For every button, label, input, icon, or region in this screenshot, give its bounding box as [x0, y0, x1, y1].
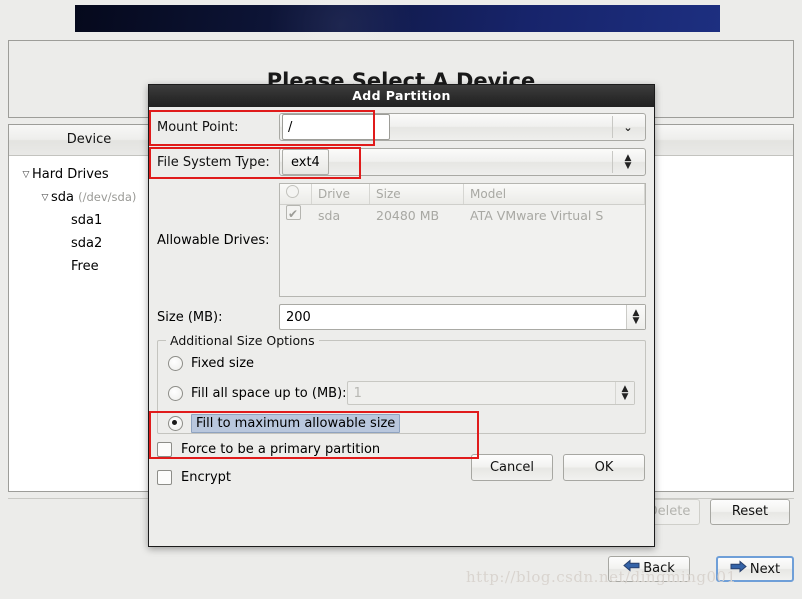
chevron-down-icon: ⌄ — [623, 120, 633, 134]
dialog-body: Mount Point: / ⌄ File System Type: ext4 … — [149, 107, 654, 490]
tree-item-label: sda1 — [71, 213, 103, 228]
reset-button[interactable]: Reset — [710, 499, 790, 525]
file-system-type-combo[interactable]: ext4 ▲ ▼ — [279, 148, 646, 176]
device-column-header: Device — [66, 132, 112, 147]
radio-fixed-size-label: Fixed size — [191, 355, 255, 371]
fill-up-to-stepper: ▲ ▼ — [615, 382, 634, 404]
size-stepper[interactable]: ▲ ▼ — [626, 305, 645, 329]
radio-icon[interactable] — [168, 385, 183, 401]
mount-point-row: Mount Point: / ⌄ — [157, 113, 646, 141]
installer-banner — [75, 0, 720, 85]
size-label: Size (MB): — [157, 309, 223, 325]
cancel-button[interactable]: Cancel — [471, 454, 553, 481]
add-partition-dialog: Add Partition Mount Point: / ⌄ File Syst… — [148, 84, 655, 547]
updown-arrow-icon: ▲ ▼ — [621, 384, 629, 402]
drives-col-model: Model — [464, 184, 645, 204]
allowable-drives-row: Allowable Drives: Drive Size Model sda 2… — [157, 183, 646, 297]
checkbox-checked-icon — [286, 203, 301, 225]
select-all-circle-icon — [286, 185, 299, 198]
file-system-type-row: File System Type: ext4 ▲ ▼ — [157, 148, 646, 176]
size-row: Size (MB): 200 ▲ ▼ — [157, 304, 646, 330]
expander-triangle-icon[interactable]: ▽ — [39, 187, 51, 210]
mount-point-input[interactable]: / — [282, 114, 390, 140]
ok-button[interactable]: OK — [563, 454, 645, 481]
file-system-type-spinner[interactable]: ▲ ▼ — [612, 151, 643, 173]
screen: Please Select A Device Device ▽ Hard Driv… — [0, 0, 802, 599]
drives-table-header: Drive Size Model — [280, 184, 645, 205]
dialog-button-bar: Cancel OK — [471, 454, 645, 481]
radio-fill-maximum[interactable]: Fill to maximum allowable size — [168, 411, 635, 435]
checkbox-icon[interactable] — [157, 469, 172, 485]
radio-fill-up-to[interactable]: Fill all space up to (MB): 1 ▲ ▼ — [168, 381, 635, 405]
encrypt-label: Encrypt — [181, 469, 231, 485]
size-value: 200 — [286, 309, 311, 325]
file-system-type-value[interactable]: ext4 — [282, 149, 329, 175]
force-primary-partition-label: Force to be a primary partition — [181, 441, 381, 457]
drive-row-name: sda — [318, 208, 341, 223]
tree-item-label: sda — [51, 190, 74, 205]
mount-point-label: Mount Point: — [157, 119, 239, 135]
dialog-title: Add Partition — [149, 85, 654, 107]
watermark: http://blog.csdn.net/dingming001 — [466, 568, 737, 586]
file-system-type-label: File System Type: — [157, 154, 270, 170]
radio-fill-maximum-label: Fill to maximum allowable size — [191, 413, 401, 433]
additional-size-options-title: Additional Size Options — [166, 333, 319, 348]
tree-item-label: sda2 — [71, 236, 103, 251]
drive-row-size: 20480 MB — [376, 208, 440, 223]
drives-col-select — [280, 184, 312, 204]
radio-selected-icon[interactable] — [168, 415, 183, 431]
radio-fill-up-to-label: Fill all space up to (MB): — [191, 385, 347, 401]
radio-icon[interactable] — [168, 355, 183, 371]
size-input[interactable]: 200 ▲ ▼ — [279, 304, 646, 330]
drive-row-model: ATA VMware Virtual S — [470, 208, 604, 223]
drives-col-drive: Drive — [312, 184, 370, 204]
radio-fixed-size[interactable]: Fixed size — [168, 351, 635, 375]
fill-up-to-value: 1 — [353, 385, 362, 401]
allowable-drives-label: Allowable Drives: — [157, 232, 270, 248]
mount-point-dropdown-arrow[interactable]: ⌄ — [612, 116, 643, 138]
fill-up-to-input: 1 ▲ ▼ — [346, 381, 635, 405]
checkbox-icon[interactable] — [157, 441, 172, 457]
drive-row-checkbox[interactable] — [280, 203, 312, 227]
tree-item-label: Hard Drives — [32, 167, 109, 182]
drives-col-size: Size — [370, 184, 464, 204]
updown-arrow-icon: ▲ ▼ — [624, 153, 632, 171]
additional-size-options-group: Additional Size Options Fixed size Fill … — [157, 333, 646, 435]
updown-arrow-icon: ▲ ▼ — [632, 308, 640, 326]
tree-item-label: Free — [71, 259, 99, 274]
expander-triangle-icon[interactable]: ▽ — [20, 164, 32, 187]
tree-item-detail: (/dev/sda) — [78, 190, 137, 204]
next-button-label: Next — [749, 562, 781, 577]
mount-point-combo[interactable]: / ⌄ — [279, 113, 646, 141]
allowable-drives-table[interactable]: Drive Size Model sda 20480 MB ATA VMware… — [279, 183, 646, 297]
table-row[interactable]: sda 20480 MB ATA VMware Virtual S — [280, 203, 645, 227]
